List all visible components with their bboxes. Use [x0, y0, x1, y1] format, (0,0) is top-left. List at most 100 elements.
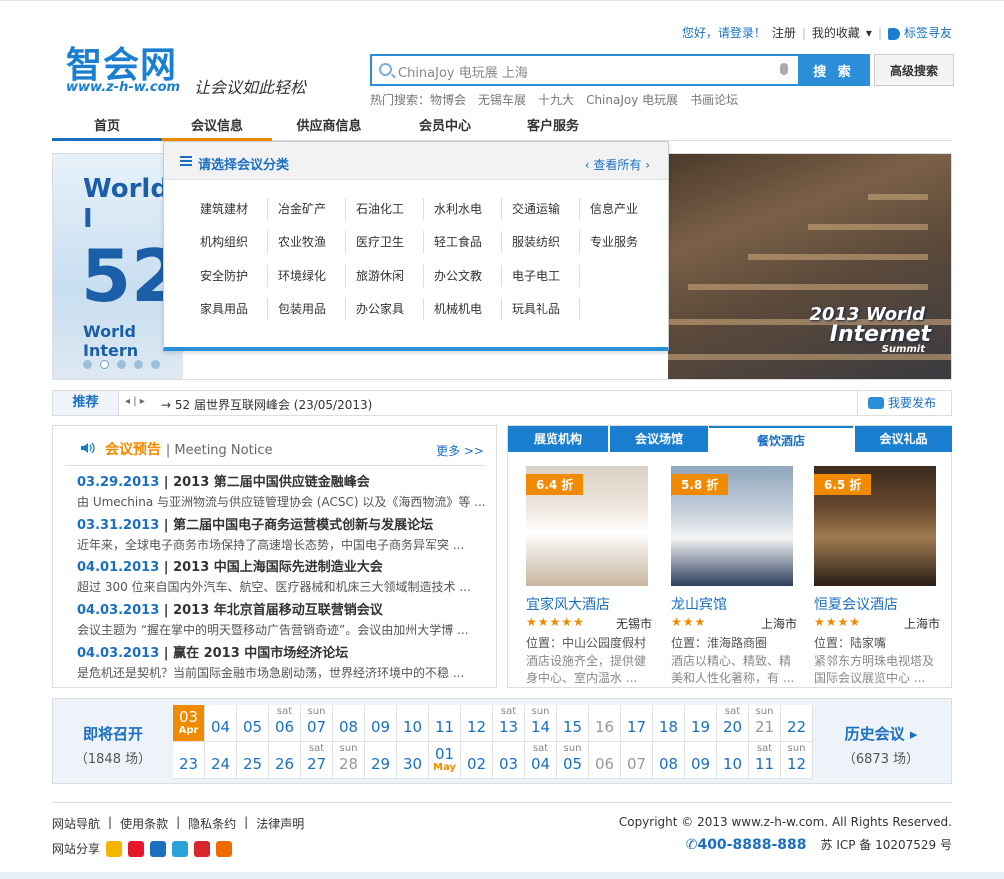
calendar-day[interactable]: sun 12: [781, 742, 813, 779]
kaixin-icon[interactable]: [194, 840, 211, 857]
category-item[interactable]: 机构组织: [190, 231, 268, 253]
weibo-icon[interactable]: [128, 840, 145, 857]
nav-meeting-info[interactable]: 会议信息: [162, 115, 272, 141]
bookmark-link[interactable]: 标签寻友: [887, 24, 952, 41]
nav-customer-service[interactable]: 客户服务: [498, 115, 608, 141]
category-item[interactable]: 专业服务: [580, 231, 658, 253]
calendar-day[interactable]: 25: [237, 742, 269, 779]
calendar-day[interactable]: 24: [205, 742, 237, 779]
tab-gifts[interactable]: 会议礼品: [855, 426, 952, 452]
recommend-arrows[interactable]: ◂ | ▸: [125, 396, 145, 407]
upcoming-meetings[interactable]: 即将召开 （1848 场）: [53, 699, 173, 783]
category-item[interactable]: 旅游休闲: [346, 265, 424, 287]
search-button[interactable]: 搜 索: [798, 54, 870, 86]
calendar-day[interactable]: 26: [269, 742, 301, 779]
nav-home[interactable]: 首页: [52, 115, 162, 141]
category-item[interactable]: 信息产业: [580, 198, 658, 220]
hotel-photo[interactable]: 6.5 折: [814, 466, 936, 586]
category-item[interactable]: 轻工食品: [424, 231, 502, 253]
search-input[interactable]: [398, 60, 778, 82]
tab-exhibition[interactable]: 展览机构: [508, 426, 608, 452]
category-item[interactable]: 医疗卫生: [346, 231, 424, 253]
category-item[interactable]: 办公家具: [346, 298, 424, 320]
calendar-day[interactable]: 23: [173, 742, 205, 779]
hot-search-item[interactable]: 十九大: [538, 91, 574, 108]
calendar-day[interactable]: sat 11: [749, 742, 781, 779]
carousel-dot[interactable]: [117, 360, 126, 369]
calendar-day[interactable]: 03 Apr: [173, 705, 205, 742]
calendar-day[interactable]: sun 28: [333, 742, 365, 779]
favorites-link[interactable]: 我的收藏: [812, 24, 860, 41]
hotel-photo[interactable]: 5.8 折: [671, 466, 793, 586]
hotel-name[interactable]: 龙山宾馆: [671, 594, 797, 614]
hot-search-item[interactable]: 书画论坛: [690, 91, 738, 108]
carousel-dot[interactable]: [100, 360, 109, 369]
calendar-day[interactable]: sat 06: [269, 705, 301, 742]
phone-number[interactable]: ✆400-8888-888: [686, 837, 807, 853]
hot-search-item[interactable]: ChinaJoy 电玩展: [586, 91, 678, 108]
tab-venues[interactable]: 会议场馆: [610, 426, 708, 452]
category-item[interactable]: 服装纺织: [502, 231, 580, 253]
nav-member-center[interactable]: 会员中心: [390, 115, 500, 141]
calendar-day[interactable]: 09: [685, 742, 717, 779]
hotel-card[interactable]: 5.8 折 龙山宾馆 ★★★ 上海市 位置：淮海路商圈 酒店以精心、精致、精美和人…: [671, 466, 797, 687]
calendar-day[interactable]: 16: [589, 705, 621, 742]
calendar-day[interactable]: 10: [717, 742, 749, 779]
category-item[interactable]: 建筑建材: [190, 198, 268, 220]
calendar-day[interactable]: 12: [461, 705, 493, 742]
calendar-day[interactable]: sun 21: [749, 705, 781, 742]
tencent-weibo-icon[interactable]: [172, 840, 189, 857]
category-item[interactable]: 电子电工: [502, 265, 580, 287]
hotel-card[interactable]: 6.4 折 宜家风大酒店 ★★★★★ 无锡市 位置：中山公园度假村 酒店设施齐全，…: [526, 466, 652, 687]
footer-link[interactable]: 网站导航: [52, 815, 100, 832]
login-link[interactable]: 您好，请登录！: [682, 24, 766, 41]
notice-item[interactable]: 04.03.2013 | 2013 年北京首届移动互联营销会议 会议主题为 “握…: [77, 599, 487, 638]
hot-search-item[interactable]: 物博会: [430, 91, 466, 108]
carousel-dot[interactable]: [151, 360, 160, 369]
category-item[interactable]: 家具用品: [190, 298, 268, 320]
footer-link[interactable]: 使用条款: [120, 815, 168, 832]
category-item[interactable]: 交通运输: [502, 198, 580, 220]
calendar-day[interactable]: 01 May: [429, 742, 461, 779]
calendar-day[interactable]: 30: [397, 742, 429, 779]
calendar-day[interactable]: 15: [557, 705, 589, 742]
calendar-day[interactable]: sun 14: [525, 705, 557, 742]
calendar-day[interactable]: 18: [653, 705, 685, 742]
category-item[interactable]: 农业牧渔: [268, 231, 346, 253]
category-item[interactable]: 包装用品: [268, 298, 346, 320]
renren-icon[interactable]: [150, 840, 167, 857]
category-item[interactable]: 环境绿化: [268, 265, 346, 287]
hot-search-item[interactable]: 无锡车展: [478, 91, 526, 108]
calendar-day[interactable]: sun 05: [557, 742, 589, 779]
calendar-day[interactable]: 05: [237, 705, 269, 742]
category-item[interactable]: 石油化工: [346, 198, 424, 220]
calendar-day[interactable]: sat 20: [717, 705, 749, 742]
notice-item[interactable]: 03.29.2013 | 2013 第二届中国供应链金融峰会 由 Umechin…: [77, 471, 487, 510]
recommend-item[interactable]: → 52 届世界互联网峰会 (23/05/2013): [161, 396, 372, 413]
tab-hotels[interactable]: 餐饮酒店: [709, 426, 853, 452]
calendar-day[interactable]: 02: [461, 742, 493, 779]
carousel-dot[interactable]: [83, 360, 92, 369]
icp-number[interactable]: 苏 ICP 备 10207529 号: [821, 836, 953, 853]
calendar-day[interactable]: 10: [397, 705, 429, 742]
calendar-day[interactable]: sat 04: [525, 742, 557, 779]
register-link[interactable]: 注册: [772, 24, 796, 41]
calendar-day[interactable]: 11: [429, 705, 461, 742]
calendar-day[interactable]: 17: [621, 705, 653, 742]
hotel-photo[interactable]: 6.4 折: [526, 466, 648, 586]
advanced-search-button[interactable]: 高级搜索: [874, 54, 954, 86]
qzone-icon[interactable]: [106, 840, 123, 857]
footer-link[interactable]: 法律声明: [256, 815, 304, 832]
hotel-name[interactable]: 恒夏会议酒店: [814, 594, 940, 614]
carousel-dot[interactable]: [134, 360, 143, 369]
calendar-day[interactable]: 22: [781, 705, 813, 742]
hotel-name[interactable]: 宜家风大酒店: [526, 594, 652, 614]
calendar-day[interactable]: sat 27: [301, 742, 333, 779]
calendar-day[interactable]: 19: [685, 705, 717, 742]
calendar-day[interactable]: 04: [205, 705, 237, 742]
more-share-icon[interactable]: [216, 840, 233, 857]
category-item[interactable]: 玩具礼品: [502, 298, 580, 320]
notice-item[interactable]: 03.31.2013 | 第二届中国电子商务运营模式创新与发展论坛 近年来，全球…: [77, 514, 487, 553]
calendar-day[interactable]: sat 13: [493, 705, 525, 742]
calendar-day[interactable]: 06: [589, 742, 621, 779]
